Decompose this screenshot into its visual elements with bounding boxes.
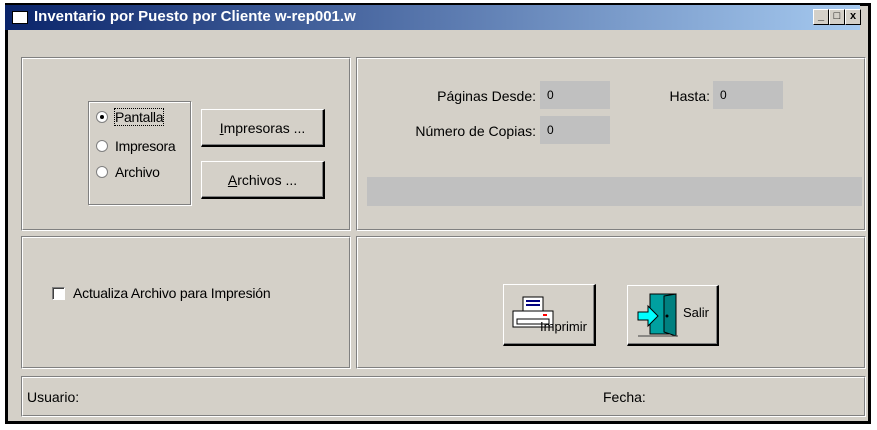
title-bar[interactable]: Inventario por Puesto por Cliente w-rep0… <box>5 5 861 30</box>
usuario-label: Usuario: <box>27 389 80 405</box>
numero-copias-label: Número de Copias: <box>415 123 536 139</box>
imprimir-rest: mprimir <box>543 319 587 334</box>
close-button[interactable]: x <box>845 9 861 25</box>
imprimir-button[interactable]: Imprimir <box>503 284 596 346</box>
paginas-desde-field[interactable]: 0 <box>540 81 610 109</box>
hasta-label: Hasta: <box>669 88 710 104</box>
radio-impresora-label[interactable]: Impresora <box>115 138 176 154</box>
salir-button[interactable]: Salir <box>627 285 719 346</box>
radio-archivo[interactable]: Archivo <box>96 163 160 181</box>
archivos-label: rchivos ... <box>237 171 298 188</box>
salir-label: Salir <box>683 305 710 320</box>
numero-copias-field[interactable]: 0 <box>540 116 610 144</box>
radio-pantalla-dot[interactable] <box>96 111 108 123</box>
exit-door-icon <box>637 293 678 337</box>
radio-impresora[interactable]: Impresora <box>96 137 176 155</box>
archivos-button[interactable]: Archivos ... <box>201 161 325 199</box>
archivos-mnemonic: A <box>227 171 238 188</box>
radio-pantalla-label[interactable]: Pantalla <box>113 108 165 126</box>
progress-bar <box>367 177 862 206</box>
radio-impresora-dot[interactable] <box>96 140 108 152</box>
actualiza-checkbox[interactable]: Actualiza Archivo para Impresión <box>52 285 271 301</box>
imprimir-label: Imprimir <box>540 319 587 334</box>
status-bar <box>21 376 866 417</box>
radio-pantalla[interactable]: Pantalla <box>96 108 165 126</box>
maximize-button[interactable]: □ <box>829 9 845 25</box>
paginas-desde-label: Páginas Desde: <box>437 88 536 104</box>
radio-archivo-dot[interactable] <box>96 166 108 178</box>
radio-archivo-label[interactable]: Archivo <box>115 164 160 180</box>
hasta-field[interactable]: 0 <box>713 81 783 109</box>
options-panel <box>21 236 351 369</box>
app-window-icon <box>12 11 28 24</box>
actualiza-checkbox-label[interactable]: Actualiza Archivo para Impresión <box>73 285 271 301</box>
window-title: Inventario por Puesto por Cliente w-rep0… <box>34 8 356 25</box>
actualiza-checkbox-box[interactable] <box>52 286 65 300</box>
impresoras-button[interactable]: Impresoras ... <box>201 109 325 147</box>
actions-panel <box>356 236 866 369</box>
fecha-label: Fecha: <box>603 389 646 405</box>
impresoras-label: mpresoras ... <box>223 119 306 136</box>
minimize-button[interactable]: _ <box>813 9 829 25</box>
